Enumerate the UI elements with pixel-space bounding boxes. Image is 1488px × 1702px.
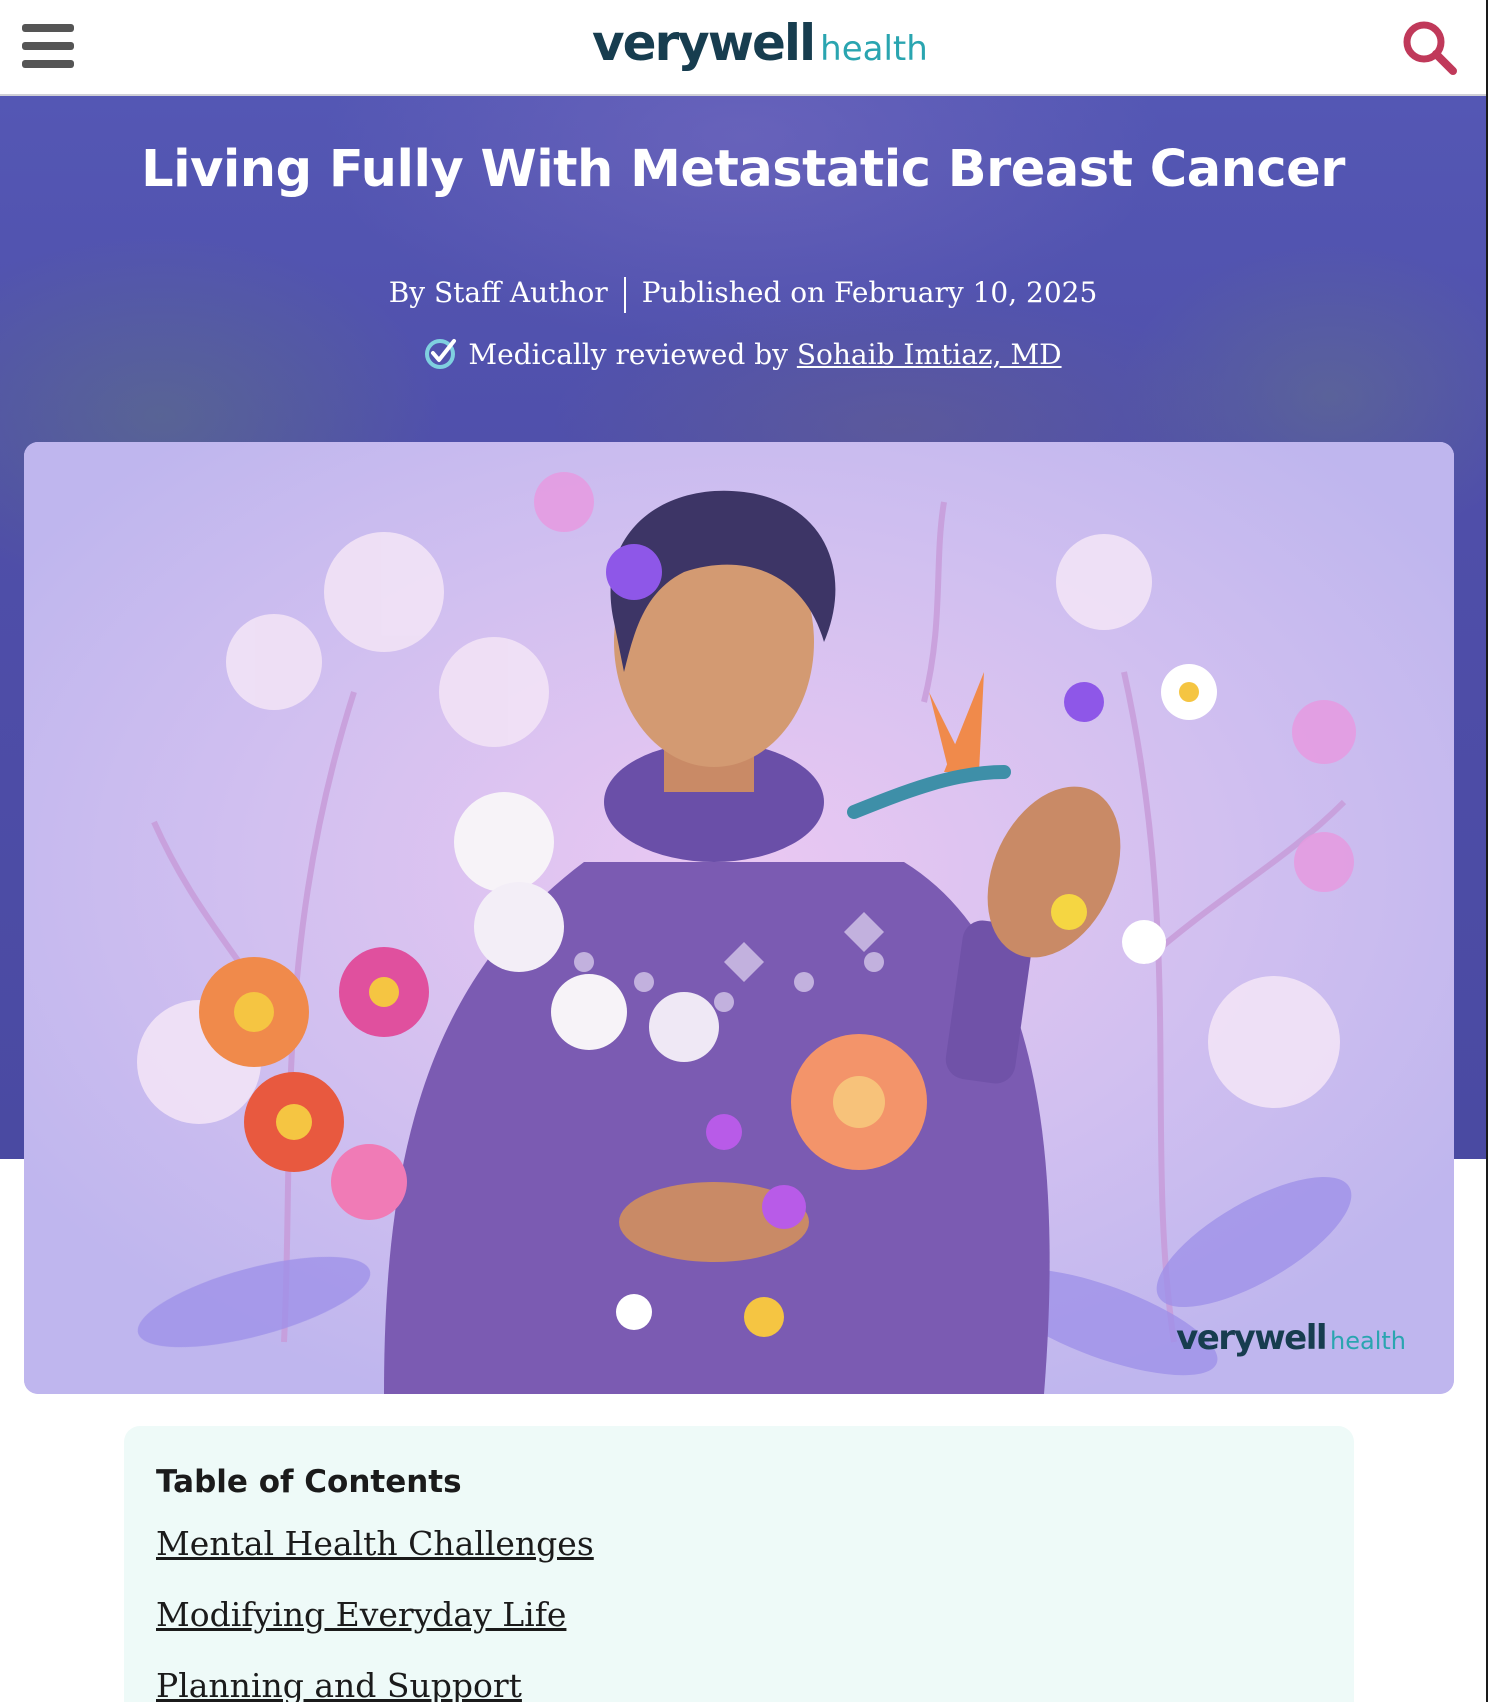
- verified-check-icon: [424, 336, 458, 377]
- hero-illustration: verywell health: [24, 442, 1454, 1394]
- article-byline: By Staff Author Published on February 10,…: [0, 276, 1486, 313]
- site-header: verywell health: [0, 0, 1486, 96]
- table-of-contents: Table of Contents Mental Health Challeng…: [124, 1426, 1354, 1702]
- logo-primary-text: verywell: [592, 14, 816, 72]
- image-watermark: verywell health: [1176, 1318, 1406, 1358]
- search-icon[interactable]: [1400, 18, 1458, 76]
- reviewed-prefix: Medically reviewed by: [468, 338, 788, 371]
- toc-link-planning-support[interactable]: Planning and Support: [156, 1666, 1322, 1702]
- publish-date: Published on February 10, 2025: [641, 276, 1098, 309]
- author-name[interactable]: By Staff Author: [389, 276, 608, 309]
- site-logo[interactable]: verywell health: [592, 14, 928, 78]
- byline-divider: [623, 276, 626, 313]
- watermark-primary-text: verywell: [1176, 1318, 1327, 1358]
- watermark-secondary-text: health: [1330, 1327, 1406, 1355]
- toc-heading: Table of Contents: [156, 1464, 462, 1500]
- medical-review-line: Medically reviewed by Sohaib Imtiaz, MD: [0, 336, 1486, 377]
- logo-secondary-text: health: [820, 29, 928, 69]
- hamburger-menu-icon[interactable]: [22, 24, 74, 68]
- article-title: Living Fully With Metastatic Breast Canc…: [141, 140, 1345, 199]
- reviewer-link[interactable]: Sohaib Imtiaz, MD: [797, 338, 1062, 371]
- toc-link-everyday-life[interactable]: Modifying Everyday Life: [156, 1595, 1322, 1634]
- toc-link-mental-health[interactable]: Mental Health Challenges: [156, 1524, 1322, 1563]
